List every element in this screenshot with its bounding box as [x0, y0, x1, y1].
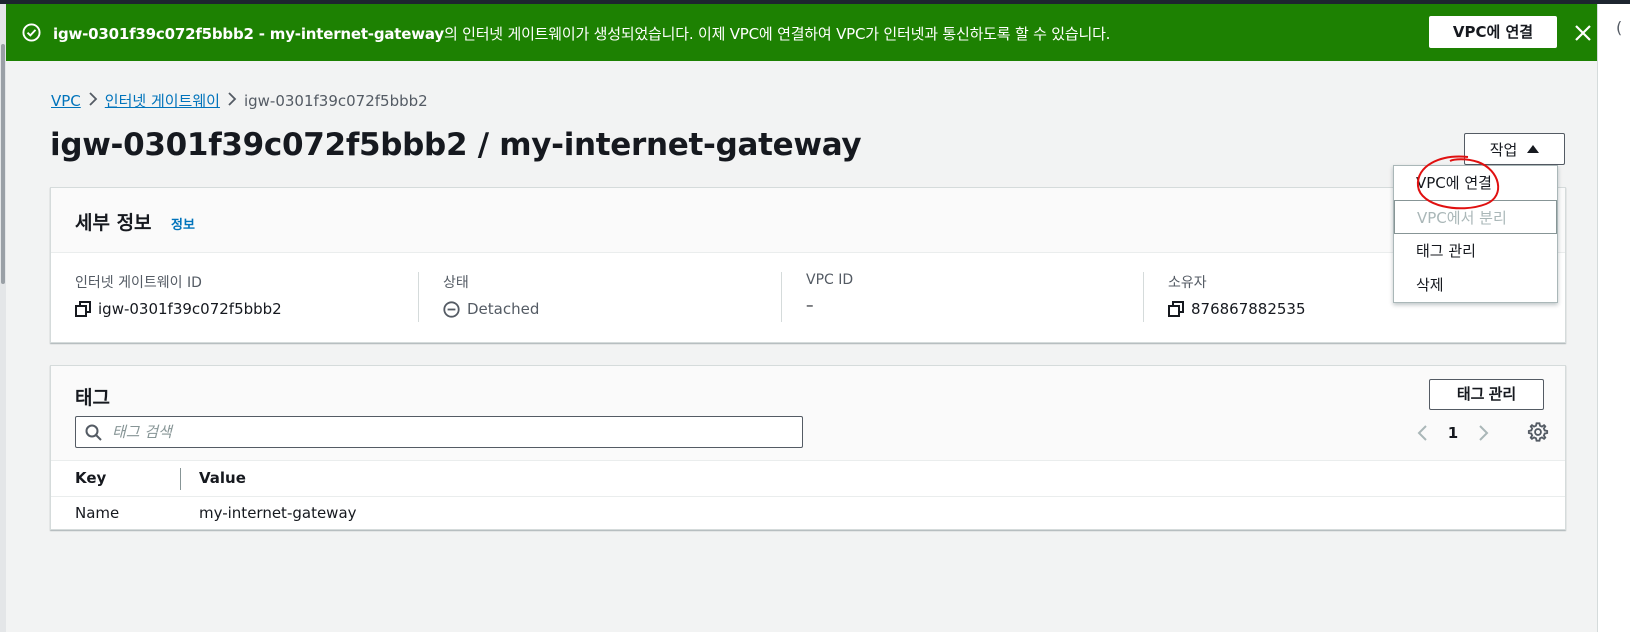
- igw-id-value: igw-0301f39c072f5bbb2: [98, 300, 282, 318]
- vpc-id-value: –: [806, 296, 814, 314]
- breadcrumb-link-internet-gateways[interactable]: 인터넷 게이트웨이: [105, 90, 220, 111]
- page-title: igw-0301f39c072f5bbb2 / my-internet-gate…: [50, 127, 862, 163]
- page-number[interactable]: 1: [1433, 424, 1473, 442]
- column-resize-divider[interactable]: [180, 468, 181, 490]
- menu-item-manage-tags[interactable]: 태그 관리: [1394, 234, 1557, 268]
- success-flash-banner: igw-0301f39c072f5bbb2 - my-internet-gate…: [6, 4, 1597, 61]
- field-state: 상태 Detached: [418, 272, 781, 322]
- actions-dropdown-button[interactable]: 작업: [1464, 133, 1565, 165]
- tag-key-cell: Name: [75, 504, 120, 523]
- column-header-key[interactable]: Key: [51, 461, 181, 497]
- left-scrollbar-thumb[interactable]: [1, 44, 5, 284]
- tags-panel: 태그 태그 관리 1 Key Value Name my-internet-ga…: [50, 365, 1566, 530]
- search-icon: [85, 424, 102, 441]
- caret-up-icon: [1527, 145, 1540, 153]
- actions-dropdown-menu: VPC에 연결 VPC에서 분리 태그 관리 삭제: [1393, 165, 1558, 303]
- column-header-value[interactable]: Value: [181, 461, 1565, 497]
- field-vpc-id: VPC ID –: [781, 272, 1143, 322]
- field-label: 상태: [443, 275, 469, 291]
- copy-icon[interactable]: [1168, 301, 1184, 317]
- flash-resource-name: igw-0301f39c072f5bbb2 - my-internet-gate…: [53, 25, 444, 43]
- breadcrumb: VPC 인터넷 게이트웨이 igw-0301f39c072f5bbb2: [51, 90, 428, 111]
- chevron-right-icon[interactable]: [1473, 423, 1493, 443]
- column-header-key-label: Key: [75, 469, 107, 488]
- tag-value-cell: my-internet-gateway: [199, 504, 357, 523]
- actions-button-label: 작업: [1489, 141, 1518, 159]
- flash-message-text: 의 인터넷 게이트웨이가 생성되었습니다. 이제 VPC에 연결하여 VPC가 …: [443, 25, 1111, 43]
- right-side-panel: (: [1597, 4, 1630, 632]
- details-info-link[interactable]: 정보: [171, 214, 195, 233]
- flash-message: igw-0301f39c072f5bbb2 - my-internet-gate…: [53, 23, 1110, 44]
- tag-search-field[interactable]: [75, 416, 803, 448]
- field-value: –: [806, 296, 1143, 314]
- chevron-right-icon: [81, 91, 105, 110]
- tag-search-input[interactable]: [112, 421, 792, 443]
- gear-icon[interactable]: [1527, 421, 1549, 443]
- pagination: 1: [1413, 423, 1493, 443]
- details-title: 세부 정보: [75, 212, 152, 234]
- breadcrumb-current: igw-0301f39c072f5bbb2: [243, 91, 428, 110]
- details-panel: 세부 정보 정보 인터넷 게이트웨이 ID igw-0301f39c072f5b…: [50, 187, 1566, 343]
- panel-edge-icon: (: [1616, 18, 1623, 37]
- success-check-icon: [22, 23, 41, 42]
- field-value: igw-0301f39c072f5bbb2: [75, 300, 418, 318]
- tags-table: Key Value Name my-internet-gateway: [51, 461, 1565, 530]
- menu-item-attach-vpc[interactable]: VPC에 연결: [1394, 166, 1557, 200]
- field-igw-id: 인터넷 게이트웨이 ID igw-0301f39c072f5bbb2: [51, 272, 418, 322]
- breadcrumb-link-vpc[interactable]: VPC: [51, 92, 81, 110]
- close-icon[interactable]: [1574, 24, 1592, 42]
- owner-value: 876867882535: [1191, 300, 1306, 318]
- menu-item-delete[interactable]: 삭제: [1394, 268, 1557, 302]
- chevron-left-icon[interactable]: [1413, 423, 1433, 443]
- field-value: Detached: [443, 300, 781, 318]
- table-row: Name my-internet-gateway: [51, 496, 1565, 530]
- menu-item-detach-vpc: VPC에서 분리: [1394, 200, 1557, 234]
- manage-tags-button[interactable]: 태그 관리: [1429, 379, 1544, 410]
- detached-status-icon: [443, 300, 460, 318]
- field-label: 인터넷 게이트웨이 ID: [75, 275, 202, 291]
- flash-attach-vpc-button[interactable]: VPC에 연결: [1429, 16, 1557, 48]
- tags-title: 태그: [75, 387, 110, 409]
- left-scrollbar[interactable]: [0, 4, 6, 632]
- chevron-right-icon: [220, 91, 244, 110]
- field-label: VPC ID: [806, 272, 854, 288]
- table-header-row: Key Value: [51, 461, 1565, 497]
- state-value: Detached: [467, 300, 540, 318]
- details-header: 세부 정보 정보: [51, 188, 1565, 253]
- copy-icon[interactable]: [75, 301, 91, 317]
